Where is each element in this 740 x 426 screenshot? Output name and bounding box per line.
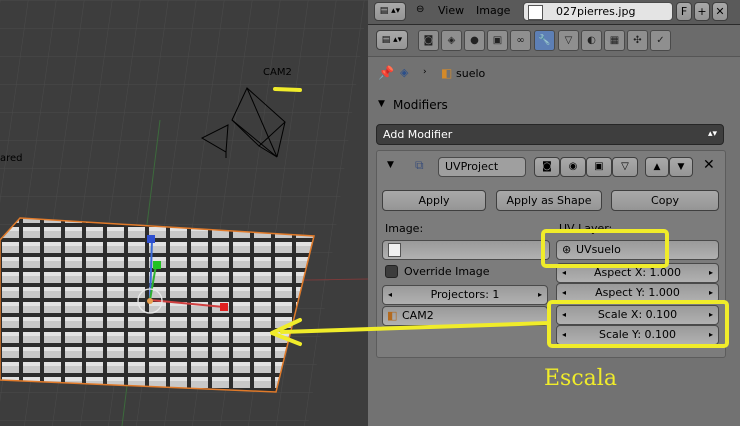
override-image-label: Override Image xyxy=(404,265,490,278)
scale-y-field[interactable]: ◂ Scale Y: 0.100 ▸ xyxy=(556,325,719,345)
render-layers-tab-icon[interactable]: ◈ xyxy=(441,30,462,51)
viewport-canvas xyxy=(0,0,368,426)
aspect-y-field[interactable]: ◂ Aspect Y: 1.000 ▸ xyxy=(556,283,719,303)
image-editor-header: ▤ ▴▾ ⊖ View Image 027pierres.jpg F + ✕ xyxy=(368,0,740,25)
collapse-icon[interactable]: ⊖ xyxy=(416,4,424,15)
menu-view[interactable]: View xyxy=(438,4,464,17)
render-toggle-icon[interactable]: ◙ xyxy=(534,157,560,177)
image-browse-icon xyxy=(388,243,401,257)
cut-off-label: ared xyxy=(0,153,23,164)
scale-x-field[interactable]: ◂ Scale X: 0.100 ▸ xyxy=(556,305,719,325)
copy-button[interactable]: Copy xyxy=(611,190,719,211)
camera-object-field[interactable]: ◧ CAM2 xyxy=(382,306,548,326)
uv-layer-icon: ⊛ xyxy=(562,243,572,256)
panel-collapse-icon[interactable]: ▼ xyxy=(387,160,394,170)
uv-layer-label: UV Layer: xyxy=(559,222,613,235)
fake-user-button[interactable]: F xyxy=(676,2,692,21)
add-modifier-dropdown[interactable]: Add Modifier ▴▾ xyxy=(376,124,724,145)
apply-as-shape-button[interactable]: Apply as Shape xyxy=(496,190,602,211)
image-label: Image: xyxy=(385,222,424,235)
new-image-button[interactable]: + xyxy=(694,2,710,21)
image-selector[interactable]: 027pierres.jpg xyxy=(523,2,673,21)
camera-label: CAM2 xyxy=(263,67,292,78)
modifiers-title: Modifiers xyxy=(393,98,448,112)
textured-plane xyxy=(0,217,315,393)
object-name: suelo xyxy=(456,67,486,80)
modifiers-tab-icon[interactable]: 🔧 xyxy=(534,30,555,51)
viewport-toggle-icon[interactable]: ◉ xyxy=(560,157,586,177)
editor-type-button-2[interactable]: ▤ ▴▾ xyxy=(376,30,408,50)
menu-image[interactable]: Image xyxy=(476,4,510,17)
override-image-checkbox[interactable] xyxy=(385,265,398,278)
image-icon xyxy=(528,5,543,20)
image-name: 027pierres.jpg xyxy=(556,5,636,18)
properties-editor: ▤ ▴▾ ⊖ View Image 027pierres.jpg F + ✕ ▤… xyxy=(368,0,740,426)
material-tab-icon[interactable]: ◐ xyxy=(581,30,602,51)
editmode-toggle-icon[interactable]: ▣ xyxy=(586,157,612,177)
properties-tabs: ▤ ▴▾ ◙ ◈ ● ▣ ∞ 🔧 ▽ ◐ ▦ ✣ ✓ xyxy=(368,25,740,57)
apply-button[interactable]: Apply xyxy=(382,190,486,211)
constraints-tab-icon[interactable]: ∞ xyxy=(510,30,531,51)
modifier-name-field[interactable]: UVProject xyxy=(438,157,526,177)
uv-layer-field[interactable]: ⊛ UVsuelo xyxy=(556,240,719,260)
breadcrumb-arrow-icon: › xyxy=(423,67,427,77)
texture-tab-icon[interactable]: ▦ xyxy=(604,30,625,51)
uvproject-icon: ⧉ xyxy=(415,158,424,172)
editor-type-button[interactable]: ▤ ▴▾ xyxy=(374,2,406,21)
projectors-field[interactable]: ◂ Projectors: 1 ▸ xyxy=(382,285,548,305)
world-tab-icon[interactable]: ● xyxy=(464,30,485,51)
physics-tab-icon[interactable]: ✓ xyxy=(650,30,671,51)
aspect-x-field[interactable]: ◂ Aspect X: 1.000 ▸ xyxy=(556,263,719,283)
dropdown-arrows-icon: ▴▾ xyxy=(707,129,717,139)
render-tab-icon[interactable]: ◙ xyxy=(418,30,439,51)
unlink-button[interactable]: ✕ xyxy=(712,2,728,21)
particles-tab-icon[interactable]: ✣ xyxy=(627,30,648,51)
move-up-icon[interactable]: ▲ xyxy=(645,157,669,177)
cage-toggle-icon[interactable]: ▽ xyxy=(612,157,638,177)
move-down-icon[interactable]: ▼ xyxy=(669,157,693,177)
object-icon: ◧ xyxy=(441,66,453,80)
remove-modifier-icon[interactable]: ✕ xyxy=(703,157,715,173)
pin-icon[interactable]: 📌 xyxy=(378,66,394,81)
3d-viewport[interactable]: CAM2 ared xyxy=(0,0,368,426)
camera-object-icon: ◧ xyxy=(387,309,398,322)
object-tab-icon[interactable]: ▣ xyxy=(487,30,508,51)
escala-annotation: Escala xyxy=(544,366,617,391)
scene-icon: ◈ xyxy=(400,66,409,79)
image-field[interactable] xyxy=(382,240,550,260)
section-collapse-icon[interactable]: ▼ xyxy=(378,99,385,109)
data-tab-icon[interactable]: ▽ xyxy=(558,30,579,51)
